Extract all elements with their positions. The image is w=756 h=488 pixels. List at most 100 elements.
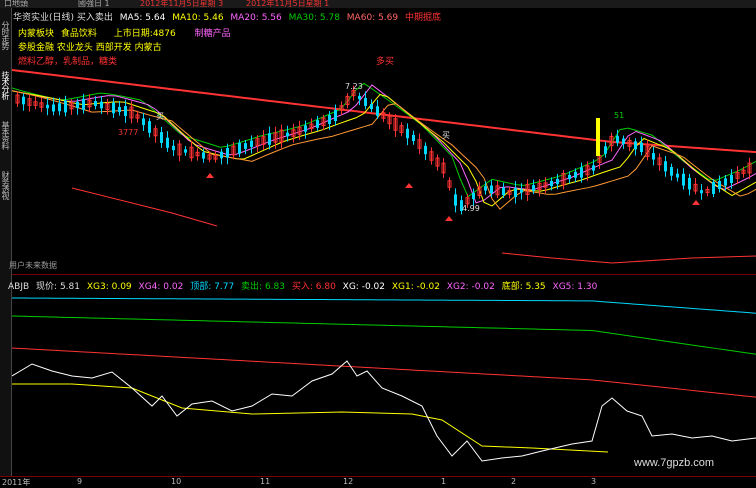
candle-body-down <box>58 103 61 112</box>
buy-arrow <box>206 173 214 178</box>
candle-body-down <box>634 141 637 150</box>
candle-body-down <box>304 125 307 132</box>
candle-body-down <box>370 103 373 110</box>
ma10-value: MA10: 5.46 <box>172 13 224 23</box>
candle-body-down <box>148 121 151 133</box>
ma60-value: MA60: 5.69 <box>346 13 399 23</box>
buy-label-2: 买 <box>442 131 450 140</box>
candle-body-down <box>112 102 115 114</box>
main-header: 华资实业(日线) 买入卖出 MA5: 5.64 MA10: 5.46 MA20:… <box>13 10 445 23</box>
ind-top: 顶部: 7.77 <box>190 282 235 292</box>
label-3777: 3777 <box>118 128 139 137</box>
indicator-canvas[interactable] <box>12 276 756 466</box>
candle-body-down <box>376 106 379 116</box>
ind-buy: 买入: 6.80 <box>291 282 336 292</box>
candle-body-down <box>226 147 229 158</box>
candle-body-down <box>568 174 571 180</box>
candle-body-down <box>454 194 457 206</box>
stock-title: 华资实业(日线) 买入卖出 <box>13 13 113 23</box>
candle-body-down <box>472 192 475 200</box>
candle-body-down <box>712 182 715 194</box>
candle-body-down <box>550 180 553 187</box>
candle-body-down <box>622 138 625 145</box>
lower-red-curve-2 <box>501 252 756 264</box>
candle-body-down <box>682 173 685 186</box>
candle-body-down <box>592 165 595 171</box>
low-price-label: 4.99 <box>462 204 480 213</box>
ind-sell: 卖出: 6.83 <box>241 282 285 292</box>
ind-top-line <box>12 297 756 314</box>
buy-label-1: 买 <box>156 112 164 121</box>
sidebar-tab-fundamentals[interactable]: 基本资料 <box>0 112 11 158</box>
ind-current-price: 现价: 5.81 <box>36 282 80 292</box>
highlight-bar <box>596 118 600 156</box>
candle-body-down <box>724 178 727 186</box>
info-line-3: 燃料乙醇，乳制品，糖类 <box>18 57 118 67</box>
candle-body-down <box>166 137 169 148</box>
candle-body-down <box>730 174 733 184</box>
ind-bottom-line <box>12 383 609 453</box>
x-tick-1: 1 <box>441 477 447 486</box>
candle-body-down <box>334 109 337 122</box>
label-51: 51 <box>614 111 625 120</box>
candle-body-down <box>574 171 577 178</box>
high-price-label: 7.23 <box>345 82 363 91</box>
ma5-value: MA5: 5.64 <box>119 13 166 23</box>
candle-body-down <box>316 120 319 128</box>
indicator-panel[interactable]: ABJB 现价: 5.81 XG3: 0.09 XG4: 0.02 顶部: 7.… <box>8 276 756 466</box>
x-tick-2: 2 <box>511 477 517 486</box>
x-tick-12: 12 <box>343 477 354 486</box>
candle-body-down <box>244 143 247 149</box>
price-chart-panel[interactable]: 华资实业(日线) 买入卖出 MA5: 5.64 MA10: 5.46 MA20:… <box>9 8 756 273</box>
ind-xg1: XG1: -0.02 <box>391 282 440 292</box>
info-industry: 食品饮料 <box>60 29 97 39</box>
warning-text: 中期掘底 <box>404 13 441 23</box>
buy-arrow <box>445 216 453 221</box>
candle-body-down <box>250 140 253 147</box>
ind-xg3: XG3: 0.09 <box>86 282 132 292</box>
ma20-value: MA20: 5.56 <box>230 13 282 23</box>
candle-body-down <box>220 151 223 159</box>
candle-body-down <box>514 187 517 198</box>
ma30-value: MA30: 5.78 <box>288 13 340 23</box>
ind-sell-line <box>12 315 756 355</box>
candle-body-down <box>670 166 673 176</box>
sidebar-tab-financials[interactable]: 财务透视 <box>0 162 11 208</box>
candle-body-down <box>664 161 667 172</box>
x-tick-11: 11 <box>260 477 271 486</box>
candle-body-down <box>124 106 127 116</box>
ma10-line <box>12 90 756 207</box>
x-tick-2011: 2011年 <box>2 478 31 487</box>
candle-body-down <box>364 98 367 106</box>
candle-body-down <box>76 101 79 109</box>
candle-body-down <box>238 142 241 154</box>
ind-xg2: XG2: -0.02 <box>446 282 495 292</box>
sidebar-tab-timeshare[interactable]: 分时走势 <box>0 12 11 58</box>
x-tick-9: 9 <box>77 477 83 486</box>
ind-xg4: XG4: 0.02 <box>138 282 184 292</box>
buy-arrow <box>692 200 700 205</box>
candle-body-down <box>688 177 691 190</box>
info-listing-date: 上市日期:4876 <box>113 29 176 39</box>
candle-body-down <box>580 167 583 178</box>
candle-body-down <box>424 145 427 155</box>
candle-body-down <box>46 104 49 109</box>
watermark: www.7gpzb.com <box>634 457 715 469</box>
ind-xg: XG: -0.02 <box>342 282 385 292</box>
candle-body-down <box>64 100 67 113</box>
future-data-label: 用户未来数据 <box>9 261 57 270</box>
candle-body-down <box>502 187 505 196</box>
candle-body-down <box>328 115 331 124</box>
ind-price-line <box>12 360 756 462</box>
lower-red-curve-1 <box>71 187 218 227</box>
x-axis: 2011年 9 10 11 12 1 2 3 <box>0 476 756 488</box>
info-product: 制糖产品 <box>194 29 231 39</box>
ind-bottom: 底部: 5.35 <box>501 282 546 292</box>
buy-arrow <box>405 183 413 188</box>
candle-body-down <box>52 104 55 112</box>
info-buy-tag: 多买 <box>376 57 395 67</box>
sidebar-tab-technical[interactable]: 技术分析 <box>0 62 11 108</box>
info-line-2: 参股金融 农业龙头 西部开发 内蒙古 <box>18 43 162 53</box>
candle-body-down <box>676 173 679 178</box>
candle-body-down <box>604 146 607 154</box>
